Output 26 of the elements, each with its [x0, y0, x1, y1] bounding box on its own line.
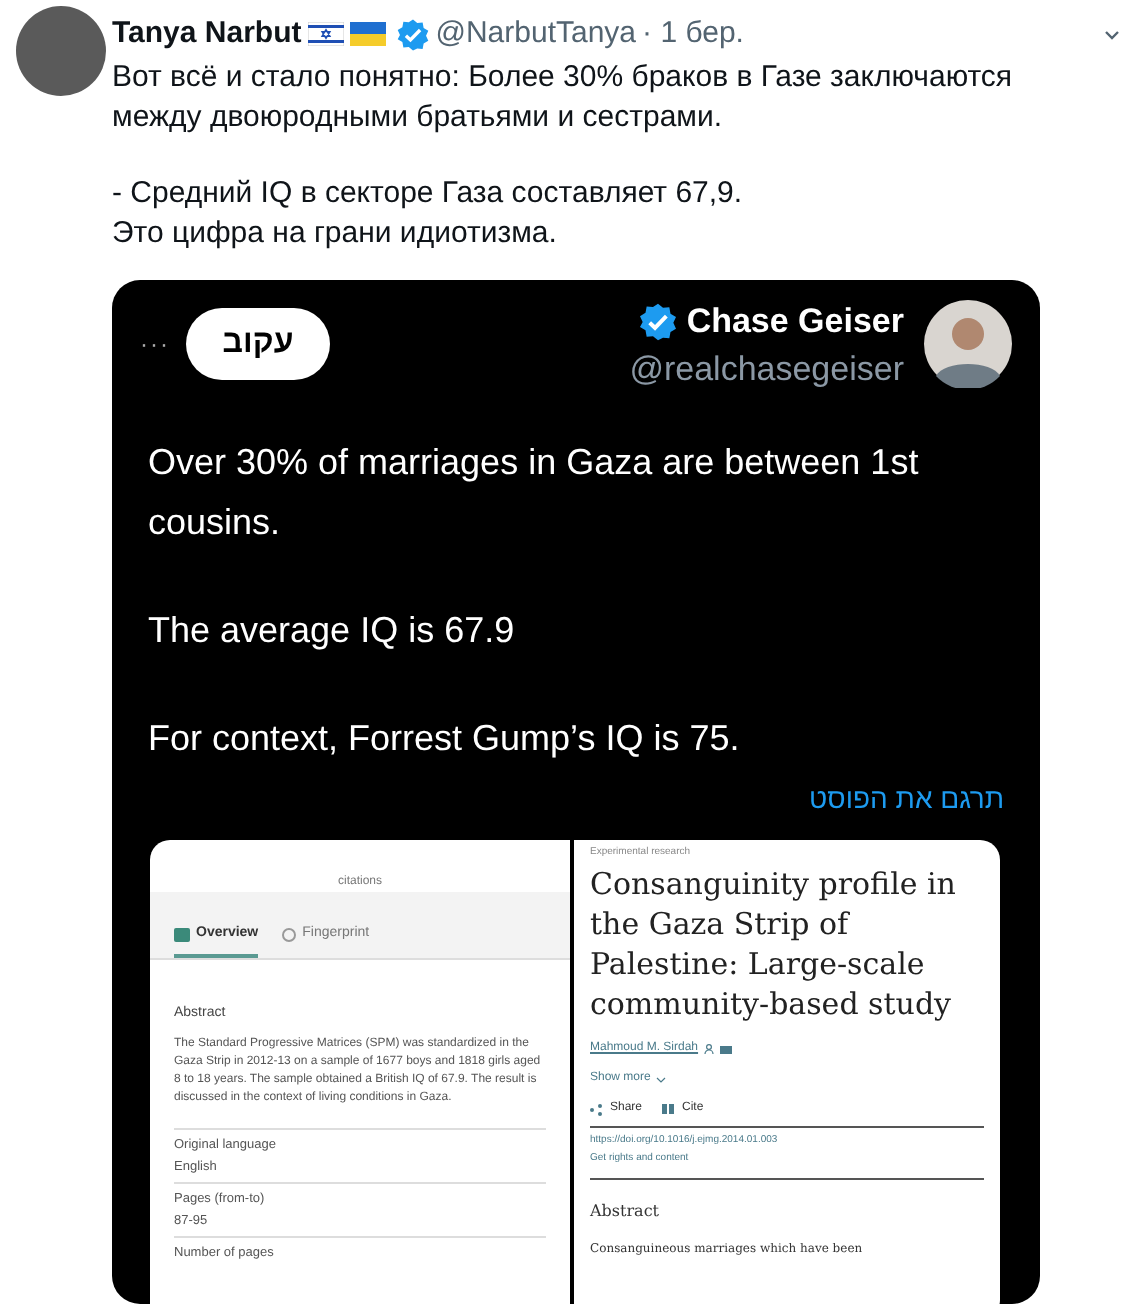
account-handle: @realchasegeiser [629, 347, 904, 391]
avatar [16, 6, 106, 96]
israel-flag-icon [307, 22, 344, 46]
more-options-icon[interactable]: ··· [140, 325, 170, 362]
post-text: Over 30% of marriages in Gaza are between 1st cousins. [148, 439, 921, 545]
author-handle: @NarbutTanya [435, 14, 637, 54]
translate-link[interactable]: תרגם את הפוסט [809, 777, 1004, 819]
chevron-down-icon[interactable] [1104, 27, 1120, 43]
chevron-down-icon [656, 1075, 667, 1083]
mail-icon [720, 1045, 733, 1053]
tweet-text: - Средний IQ в секторе Газа составляет 67,9. Это цифра на грани идиотизма. [112, 174, 745, 254]
post-text: The average IQ is 67.9 [148, 607, 517, 654]
account-name: Chase Geiser [686, 300, 904, 344]
author-name: Tanya Narbut [112, 14, 302, 54]
verified-badge-icon [395, 17, 430, 51]
verified-badge-icon [638, 301, 679, 342]
post-time: · 1 бер. [642, 14, 744, 54]
person-icon [704, 1044, 715, 1054]
avatar [924, 299, 1012, 388]
section-heading: Abstract [590, 1200, 662, 1224]
share-icon [590, 1103, 602, 1115]
ukraine-flag-icon [349, 22, 386, 46]
article-title: Consanguinity profile in the Gaza Strip of Palestine: Large-scale community-based study [590, 864, 958, 1024]
follow-button[interactable]: עקוב [186, 307, 330, 380]
tweet-text: Вот всё и стало понятно: Более 30% браков в Газе заключаются между двоюродными братьями и сестрами. [112, 58, 1015, 138]
post-text: For context, Forrest Gump’s IQ is 75. [148, 715, 742, 762]
